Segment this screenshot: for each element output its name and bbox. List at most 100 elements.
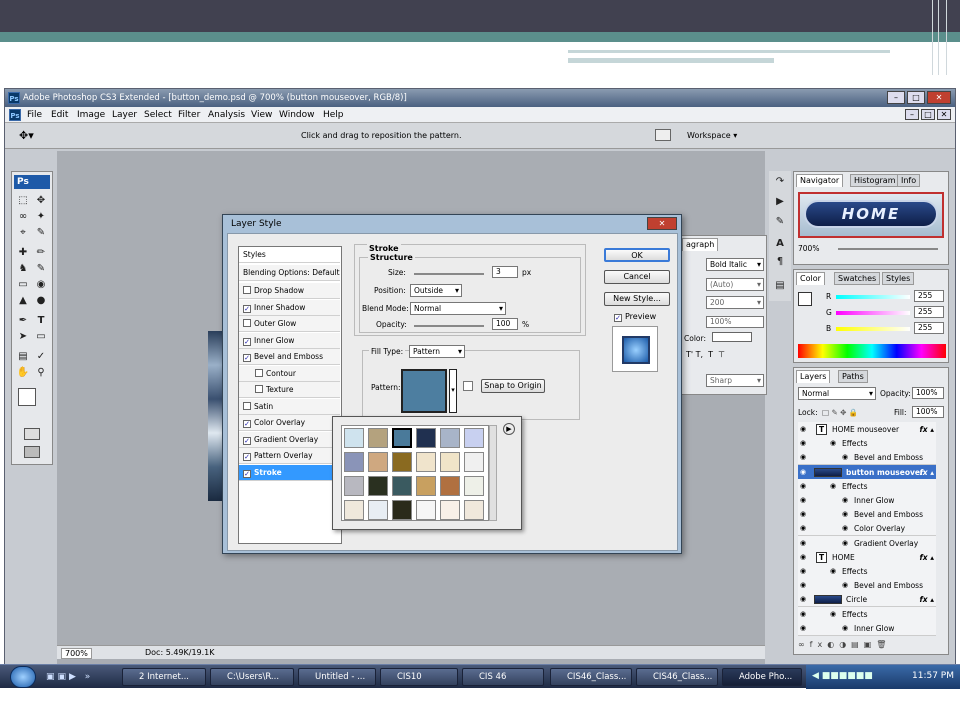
- effect-eye-icon[interactable]: ◉: [842, 578, 848, 593]
- stroke-opacity-field[interactable]: 100: [492, 318, 518, 330]
- menu-file[interactable]: File: [27, 110, 42, 120]
- close-button[interactable]: ✕: [927, 91, 951, 104]
- menu-help[interactable]: Help: [323, 110, 344, 120]
- pattern-scrollbar[interactable]: [489, 425, 497, 521]
- foreground-color-swatch[interactable]: [18, 388, 36, 406]
- visibility-eye-icon[interactable]: ◉: [800, 450, 806, 465]
- effect-item[interactable]: Drop Shadow: [239, 283, 340, 299]
- minimize-button[interactable]: –: [887, 91, 905, 104]
- stroke-blend-select[interactable]: Normal: [410, 302, 506, 315]
- visibility-eye-icon[interactable]: ◉: [800, 465, 806, 480]
- layer-row[interactable]: ◉ ◉ Effects: [798, 478, 936, 494]
- lock-icons[interactable]: □ ✎ ✥ 🔒: [822, 408, 858, 417]
- position-select[interactable]: Outside: [410, 284, 462, 297]
- effect-item[interactable]: ✓ Inner Shadow: [239, 299, 340, 316]
- layers-footer-icons[interactable]: ∞fx◐◑▤▣🗑: [798, 640, 946, 652]
- layer-row[interactable]: ◉ T HOME mouseover fx ▴: [798, 422, 936, 437]
- taskbar-item[interactable]: CIS46_Class...: [550, 668, 632, 686]
- blending-options-item[interactable]: Blending Options: Default: [239, 265, 340, 281]
- pattern-swatch[interactable]: [440, 428, 460, 448]
- crop-tool-icon[interactable]: ⌖: [15, 226, 31, 240]
- clone-stamp-tool-icon[interactable]: ♞: [15, 262, 31, 276]
- menu-select[interactable]: Select: [144, 110, 172, 120]
- font-style-select[interactable]: Bold Italic: [706, 258, 764, 271]
- photoshop-menu-icon[interactable]: Ps: [9, 109, 21, 121]
- history-brush-tool-icon[interactable]: ✎: [33, 262, 49, 276]
- ok-button[interactable]: OK: [604, 248, 670, 262]
- history-icon[interactable]: ↷: [772, 175, 788, 189]
- magic-wand-tool-icon[interactable]: ✦: [33, 210, 49, 224]
- taskbar-item[interactable]: CIS10: [380, 668, 458, 686]
- layer-row[interactable]: ◉ ◉ Bevel and Emboss: [798, 507, 936, 523]
- effect-item[interactable]: ✓ Pattern Overlay: [239, 448, 340, 464]
- visibility-eye-icon[interactable]: ◉: [800, 578, 806, 593]
- new-style-button[interactable]: New Style...: [604, 292, 670, 306]
- visibility-eye-icon[interactable]: ◉: [800, 507, 806, 522]
- effect-item[interactable]: ✓ Inner Glow: [239, 332, 340, 349]
- effect-checkbox[interactable]: [255, 368, 263, 377]
- pattern-swatch[interactable]: [416, 476, 436, 496]
- effect-eye-icon[interactable]: ◉: [830, 436, 836, 451]
- effect-item[interactable]: ✓ Gradient Overlay: [239, 431, 340, 448]
- visibility-eye-icon[interactable]: ◉: [800, 564, 806, 579]
- move-tool-icon[interactable]: ✥▾: [19, 129, 34, 142]
- effect-checkbox[interactable]: [255, 385, 263, 393]
- opacity-slider[interactable]: [414, 325, 484, 327]
- layer-row[interactable]: ◉ button mouseover fx ▴: [798, 464, 936, 480]
- effect-item[interactable]: ✓ Stroke: [239, 464, 340, 481]
- menu-view[interactable]: View: [251, 110, 272, 120]
- doc-minimize-button[interactable]: –: [905, 109, 919, 120]
- tab-swatches[interactable]: Swatches: [834, 272, 881, 285]
- visibility-eye-icon[interactable]: ◉: [800, 607, 806, 622]
- new-preset-icon[interactable]: [463, 381, 473, 391]
- menu-layer[interactable]: Layer: [112, 110, 137, 120]
- taskbar-item[interactable]: CIS 46: [462, 668, 544, 686]
- styles-header[interactable]: Styles: [239, 247, 340, 263]
- pattern-swatch[interactable]: [392, 452, 412, 472]
- brushes-icon[interactable]: ▤: [772, 279, 788, 293]
- menu-analysis[interactable]: Analysis: [208, 110, 245, 120]
- effect-item[interactable]: ✓ Color Overlay: [239, 415, 340, 431]
- pattern-swatch[interactable]: [368, 428, 388, 448]
- eyedropper-tool-icon[interactable]: ✓: [33, 350, 49, 364]
- pattern-picker[interactable]: [401, 369, 447, 413]
- pattern-swatch[interactable]: [344, 452, 364, 472]
- slice-tool-icon[interactable]: ✎: [33, 226, 49, 240]
- preview-checkbox[interactable]: ✓ Preview: [614, 312, 656, 322]
- visibility-eye-icon[interactable]: ◉: [800, 550, 806, 565]
- r-slider[interactable]: [836, 295, 910, 299]
- effect-eye-icon[interactable]: ◉: [842, 493, 848, 508]
- taskbar-item[interactable]: Untitled - ...: [298, 668, 376, 686]
- path-selection-tool-icon[interactable]: ➤: [15, 330, 31, 344]
- pattern-swatch[interactable]: [416, 452, 436, 472]
- pattern-swatch[interactable]: [464, 428, 484, 448]
- visibility-eye-icon[interactable]: ◉: [800, 436, 806, 451]
- navigator-zoom-slider[interactable]: [838, 248, 938, 250]
- tracking-select[interactable]: 200: [706, 296, 764, 309]
- layer-row[interactable]: ◉ ◉ Effects: [798, 606, 936, 622]
- screen-mode-icon[interactable]: [24, 446, 40, 458]
- pattern-swatch[interactable]: [464, 500, 484, 520]
- layer-row[interactable]: ◉ ◉ Gradient Overlay: [798, 535, 936, 551]
- menu-edit[interactable]: Edit: [51, 110, 68, 120]
- effect-eye-icon[interactable]: ◉: [842, 536, 848, 551]
- move-tool-icon[interactable]: ✥: [33, 194, 49, 208]
- fx-icon[interactable]: fx ▴: [920, 422, 934, 437]
- pattern-swatch[interactable]: [368, 500, 388, 520]
- blend-mode-select[interactable]: Normal: [798, 387, 876, 400]
- visibility-eye-icon[interactable]: ◉: [800, 621, 806, 636]
- pattern-swatch[interactable]: [344, 500, 364, 520]
- text-color-swatch[interactable]: [712, 332, 752, 342]
- b-slider[interactable]: [836, 327, 910, 331]
- layer-row[interactable]: ◉ ◉ Color Overlay: [798, 521, 936, 537]
- size-field[interactable]: 3: [492, 266, 518, 278]
- text-style-buttons[interactable]: T' T, T ⊤: [686, 350, 725, 359]
- horizontal-scale-field[interactable]: 100%: [706, 316, 764, 328]
- bridge-icon[interactable]: [655, 129, 671, 141]
- navigator-preview[interactable]: HOME: [798, 192, 944, 238]
- pattern-swatch[interactable]: [368, 452, 388, 472]
- g-field[interactable]: 255: [914, 306, 944, 318]
- effect-item[interactable]: Outer Glow: [239, 316, 340, 332]
- effect-eye-icon[interactable]: ◉: [830, 564, 836, 579]
- dialog-close-button[interactable]: ✕: [647, 217, 677, 230]
